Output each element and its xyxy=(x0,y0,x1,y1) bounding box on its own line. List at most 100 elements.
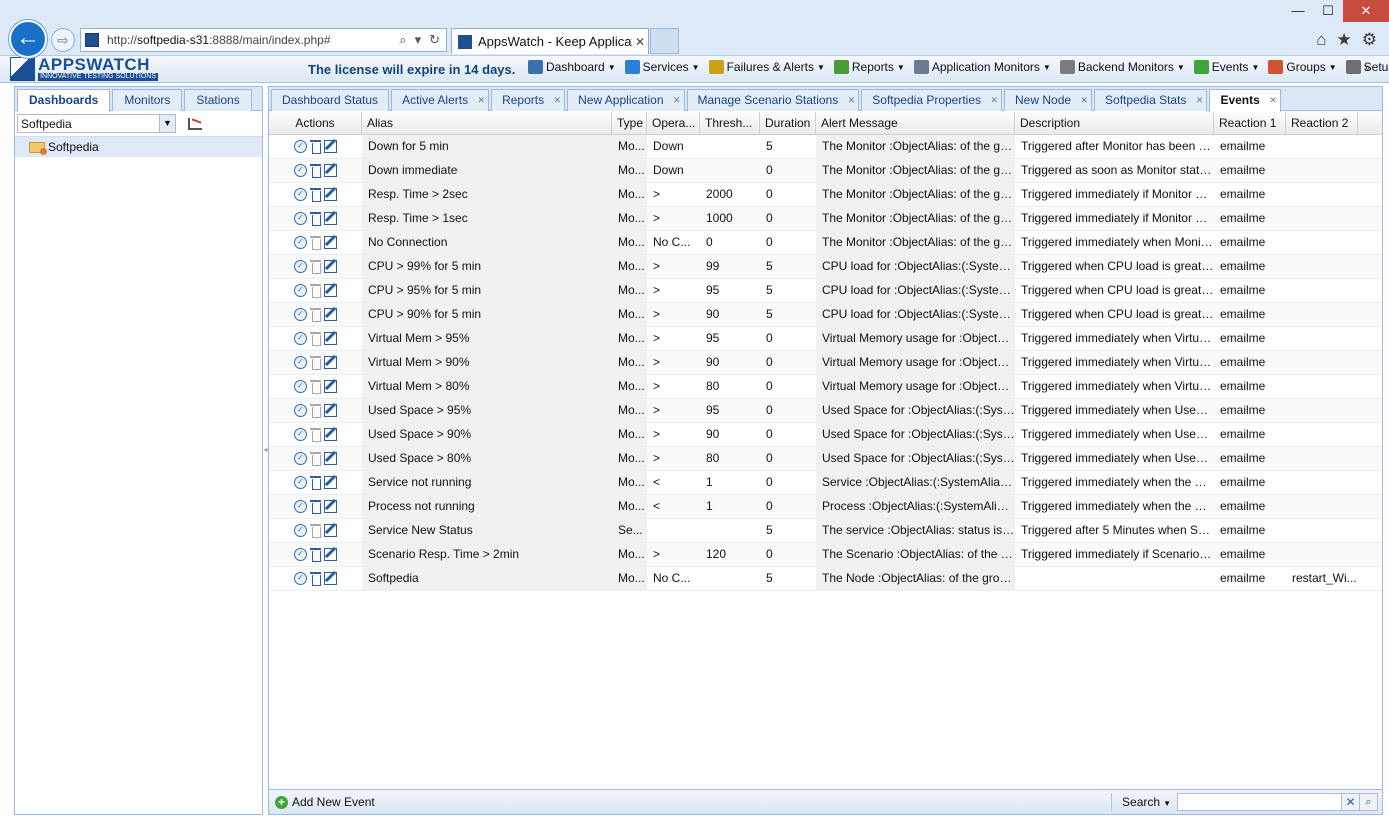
table-row[interactable]: ✓ Scenario Resp. Time > 2min Mo... >120 0 The… xyxy=(269,543,1382,567)
check-icon[interactable]: ✓ xyxy=(294,572,307,585)
trash-icon[interactable] xyxy=(310,572,321,586)
check-icon[interactable]: ✓ xyxy=(294,404,307,417)
chart-icon[interactable] xyxy=(188,117,202,130)
tab-new-node[interactable]: New Node ✕ xyxy=(1004,89,1093,111)
check-icon[interactable]: ✓ xyxy=(294,500,307,513)
edit-icon[interactable] xyxy=(324,524,337,537)
menu-groups[interactable]: Groups ▼ xyxy=(1268,60,1337,74)
column-header[interactable]: Type xyxy=(612,112,647,134)
edit-icon[interactable] xyxy=(324,308,337,321)
tab-new-application[interactable]: New Application ✕ xyxy=(567,89,685,111)
tab-softpedia-stats[interactable]: Softpedia Stats ✕ xyxy=(1094,89,1208,111)
chevron-down-icon[interactable]: ▼ xyxy=(159,115,175,132)
search-input[interactable] xyxy=(1177,793,1342,811)
column-header[interactable]: Alias xyxy=(362,112,612,134)
table-row[interactable]: ✓ CPU > 99% for 5 min Mo... >99 5 CPU load fo… xyxy=(269,255,1382,279)
edit-icon[interactable] xyxy=(324,356,337,369)
maximize-icon[interactable]: ☐ xyxy=(1313,0,1343,22)
check-icon[interactable]: ✓ xyxy=(294,548,307,561)
tab-events[interactable]: Events ✕ xyxy=(1209,89,1281,112)
tab-close-icon[interactable]: ✕ xyxy=(478,90,486,110)
column-header[interactable]: Opera... xyxy=(647,112,700,134)
tab-dashboard-status[interactable]: Dashboard Status xyxy=(271,89,390,111)
tab-close-icon[interactable]: ✕ xyxy=(1269,90,1277,110)
check-icon[interactable]: ✓ xyxy=(294,164,307,177)
menu-dashboard[interactable]: Dashboard ▼ xyxy=(528,60,616,74)
menu-failures-alerts[interactable]: Failures & Alerts ▼ xyxy=(708,60,825,74)
table-row[interactable]: ✓ CPU > 90% for 5 min Mo... >90 5 CPU load fo… xyxy=(269,303,1382,327)
check-icon[interactable]: ✓ xyxy=(294,236,307,249)
edit-icon[interactable] xyxy=(324,452,337,465)
table-row[interactable]: ✓ Resp. Time > 1sec Mo... >1000 0 The Monitor… xyxy=(269,207,1382,231)
minimize-icon[interactable]: — xyxy=(1283,0,1313,22)
check-icon[interactable]: ✓ xyxy=(294,476,307,489)
tab-reports[interactable]: Reports ✕ xyxy=(491,89,566,111)
edit-icon[interactable] xyxy=(324,236,337,249)
edit-icon[interactable] xyxy=(324,140,337,153)
check-icon[interactable]: ✓ xyxy=(294,188,307,201)
edit-icon[interactable] xyxy=(324,164,337,177)
edit-icon[interactable] xyxy=(324,188,337,201)
table-row[interactable]: ✓ Softpedia Mo... No C... 5 The Node :ObjectA… xyxy=(269,567,1382,591)
check-icon[interactable]: ✓ xyxy=(294,356,307,369)
table-row[interactable]: ✓ Virtual Mem > 80% Mo... >80 0 Virtual Memor… xyxy=(269,375,1382,399)
forward-button[interactable]: ⇨ xyxy=(51,28,75,52)
tab-active-alerts[interactable]: Active Alerts ✕ xyxy=(391,89,490,111)
edit-icon[interactable] xyxy=(324,332,337,345)
tab-close-icon[interactable]: ✕ xyxy=(848,90,856,110)
address-search-icon[interactable]: ⌕ xyxy=(399,32,406,48)
check-icon[interactable]: ✓ xyxy=(294,284,307,297)
trash-icon[interactable] xyxy=(310,476,321,490)
table-row[interactable]: ✓ Service New Status Se... 5 The service :Ob… xyxy=(269,519,1382,543)
edit-icon[interactable] xyxy=(324,260,337,273)
refresh-icon[interactable]: ↻ xyxy=(429,32,440,48)
edit-icon[interactable] xyxy=(324,284,337,297)
new-tab-button[interactable] xyxy=(650,28,679,54)
menu-backend-monitors[interactable]: Backend Monitors ▼ xyxy=(1059,60,1185,74)
tab-dashboards[interactable]: Dashboards xyxy=(17,89,111,112)
check-icon[interactable]: ✓ xyxy=(294,260,307,273)
address-dropdown-icon[interactable]: ▾ xyxy=(415,32,422,48)
search-clear-icon[interactable]: ✕ xyxy=(1342,793,1360,811)
edit-icon[interactable] xyxy=(324,212,337,225)
tab-manage-scenario-stations[interactable]: Manage Scenario Stations ✕ xyxy=(686,89,860,111)
dashboard-selector[interactable]: Softpedia ▼ xyxy=(17,114,176,133)
check-icon[interactable]: ✓ xyxy=(294,428,307,441)
column-header[interactable]: Description xyxy=(1015,112,1214,134)
table-row[interactable]: ✓ Down for 5 min Mo... Down 5 The Monitor :Ob… xyxy=(269,135,1382,159)
table-row[interactable]: ✓ Service not running Mo... <1 0 Service :Obj… xyxy=(269,471,1382,495)
edit-icon[interactable] xyxy=(324,380,337,393)
table-row[interactable]: ✓ Resp. Time > 2sec Mo... >2000 0 The Monitor… xyxy=(269,183,1382,207)
back-button[interactable]: ← xyxy=(9,20,47,58)
menu-overflow-icon[interactable]: » xyxy=(1364,62,1370,74)
table-row[interactable]: ✓ Used Space > 80% Mo... >80 0 Used Space for… xyxy=(269,447,1382,471)
column-header[interactable]: Reaction 1 xyxy=(1214,112,1286,134)
trash-icon[interactable] xyxy=(310,140,321,154)
favorites-star-icon[interactable]: ★ xyxy=(1337,30,1352,50)
tree-node[interactable]: Softpedia xyxy=(15,137,262,157)
address-bar[interactable]: http://softpedia-s31:8888/main/index.php… xyxy=(80,28,447,52)
column-header[interactable]: Alert Message xyxy=(816,112,1015,134)
column-header[interactable]: Duration xyxy=(760,112,816,134)
home-icon[interactable]: ⌂ xyxy=(1316,30,1326,50)
tab-close-icon[interactable]: ✕ xyxy=(1081,90,1089,110)
column-header[interactable]: Thresh... xyxy=(700,112,760,134)
search-icon[interactable]: ⌕ xyxy=(1360,793,1378,811)
check-icon[interactable]: ✓ xyxy=(294,524,307,537)
trash-icon[interactable] xyxy=(310,188,321,202)
check-icon[interactable]: ✓ xyxy=(294,380,307,393)
table-row[interactable]: ✓ Process not running Mo... <1 0 Process :Obj… xyxy=(269,495,1382,519)
tab-monitors[interactable]: Monitors xyxy=(112,89,183,111)
search-field-selector[interactable]: Search ▼ xyxy=(1122,795,1171,809)
check-icon[interactable]: ✓ xyxy=(294,308,307,321)
check-icon[interactable]: ✓ xyxy=(294,332,307,345)
check-icon[interactable]: ✓ xyxy=(294,452,307,465)
edit-icon[interactable] xyxy=(324,428,337,441)
tab-close-icon[interactable]: ✕ xyxy=(673,90,681,110)
tab-close-icon[interactable]: ✕ xyxy=(554,90,562,110)
tab-close-icon[interactable]: ✕ xyxy=(990,90,998,110)
tab-stations[interactable]: Stations xyxy=(184,89,252,111)
edit-icon[interactable] xyxy=(324,404,337,417)
menu-services[interactable]: Services ▼ xyxy=(624,60,700,74)
table-row[interactable]: ✓ No Connection Mo... No C... 0 0 The Monitor … xyxy=(269,231,1382,255)
